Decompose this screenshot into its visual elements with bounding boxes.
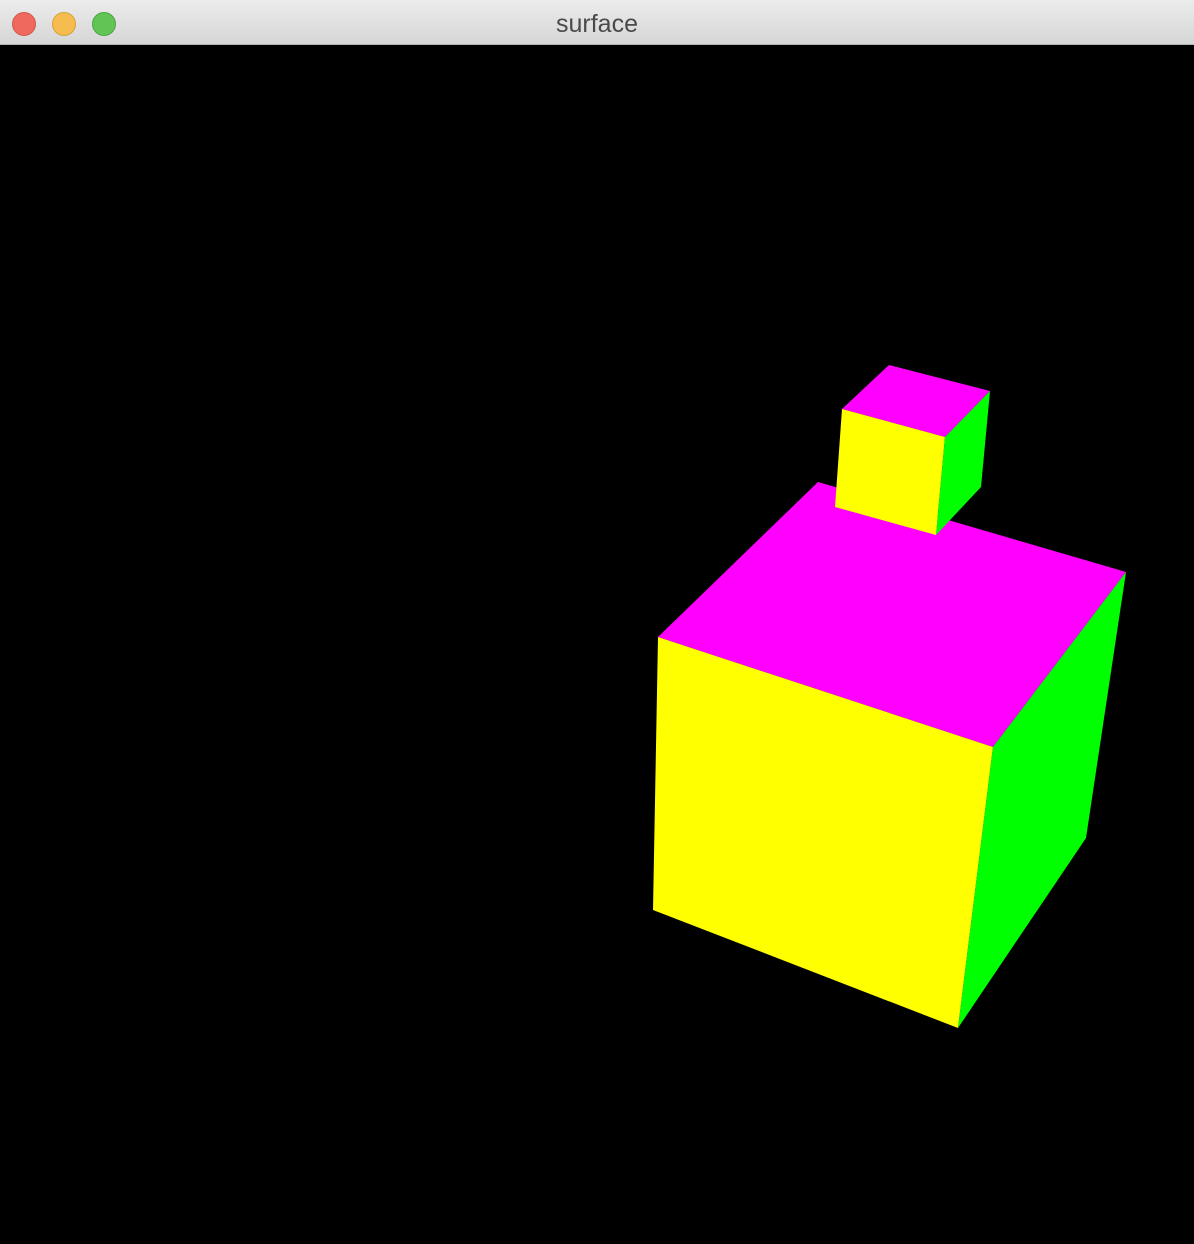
- small-cube: [835, 365, 990, 535]
- large-cube: [653, 482, 1126, 1028]
- app-window: surface: [0, 0, 1194, 1244]
- window-title: surface: [556, 10, 638, 38]
- scene-canvas: [653, 365, 1126, 1028]
- render-viewport[interactable]: [0, 45, 1194, 1244]
- title-bar[interactable]: surface: [0, 0, 1194, 45]
